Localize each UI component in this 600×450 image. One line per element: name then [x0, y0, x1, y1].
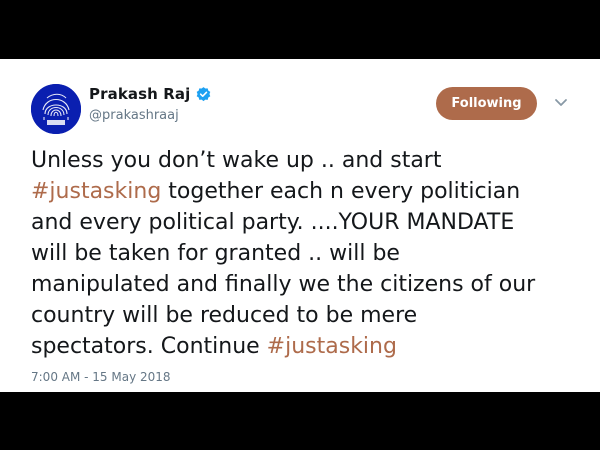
following-button[interactable]: Following — [436, 87, 537, 120]
avatar[interactable] — [31, 84, 81, 134]
tweet-card: Prakash Raj @prakashraaj Following Unles… — [0, 59, 600, 392]
tweet-text-segment: Unless you don’t wake up .. and start — [31, 148, 442, 173]
tweet-text-line: manipulated and finally we the citizens … — [31, 269, 571, 300]
tweet-text-segment: will be taken for granted .. will be — [31, 241, 400, 266]
tweet-text: Unless you don’t wake up .. and start #ju… — [31, 145, 571, 362]
fingerprint-logo-icon — [31, 84, 81, 134]
tweet-text-segment: spectators. Continue — [31, 334, 267, 359]
author-display-name[interactable]: Prakash Raj — [89, 85, 190, 103]
chevron-down-icon[interactable] — [554, 98, 568, 108]
tweet-text-line: Unless you don’t wake up .. and start — [31, 145, 571, 176]
tweet-text-segment: country will be reduced to be mere — [31, 303, 418, 328]
tweet-text-line: and every political party. ....YOUR MAND… — [31, 207, 571, 238]
tweet-text-segment: manipulated and finally we the citizens … — [31, 272, 536, 297]
tweet-text-segment: together each n every politician — [161, 179, 521, 204]
tweet-text-line: #justasking together each n every politi… — [31, 176, 571, 207]
tweet-text-line: spectators. Continue #justasking — [31, 331, 571, 362]
author-handle[interactable]: @prakashraaj — [89, 108, 179, 123]
verified-badge-icon — [197, 86, 211, 101]
hashtag-link[interactable]: #justasking — [31, 179, 161, 204]
tweet-text-line: will be taken for granted .. will be — [31, 238, 571, 269]
screenshot-frame: Prakash Raj @prakashraaj Following Unles… — [0, 0, 600, 450]
author-name-row: Prakash Raj — [89, 83, 212, 105]
tweet-text-line: country will be reduced to be mere — [31, 300, 571, 331]
tweet-text-segment: and every political party. ....YOUR MAND… — [31, 210, 515, 235]
hashtag-link[interactable]: #justasking — [267, 334, 397, 359]
tweet-timestamp[interactable]: 7:00 AM - 15 May 2018 — [31, 370, 171, 384]
